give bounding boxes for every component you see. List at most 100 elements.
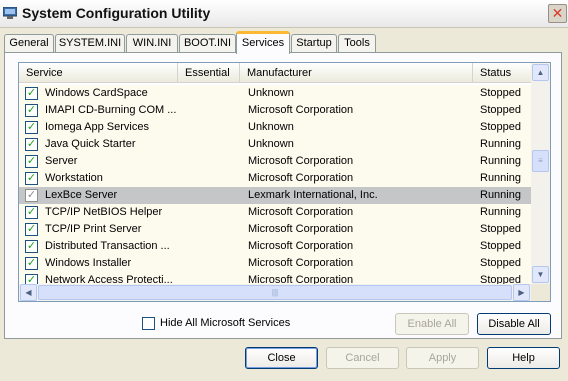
- scroll-right-icon: ▶: [518, 288, 525, 297]
- service-checkbox[interactable]: ✓: [25, 138, 38, 151]
- service-name: Java Quick Starter: [45, 138, 136, 150]
- column-header-essential[interactable]: Essential: [178, 63, 240, 83]
- service-name: Windows CardSpace: [45, 87, 148, 99]
- system-configuration-icon: [3, 7, 17, 19]
- service-checkbox[interactable]: ✓: [25, 206, 38, 219]
- scroll-left-icon: ◀: [25, 288, 32, 297]
- table-row[interactable]: ✓ Java Quick Starter Unknown Running: [19, 136, 531, 153]
- service-name: TCP/IP NetBIOS Helper: [45, 206, 163, 218]
- table-row[interactable]: ✓ Windows CardSpace Unknown Stopped: [19, 85, 531, 102]
- service-status: Running: [480, 172, 521, 184]
- service-status: Stopped: [480, 257, 521, 269]
- service-name: Iomega App Services: [45, 121, 149, 133]
- service-manufacturer: Unknown: [248, 138, 294, 150]
- tab-system-ini[interactable]: SYSTEM.INI: [55, 34, 125, 53]
- hide-microsoft-services-label[interactable]: Hide All Microsoft Services: [160, 317, 290, 329]
- system-configuration-window: System Configuration Utility ✕ General S…: [0, 0, 568, 381]
- service-status: Stopped: [480, 104, 521, 116]
- scroll-right-button[interactable]: ▶: [513, 284, 530, 301]
- service-name: Windows Installer: [45, 257, 132, 269]
- enable-all-button[interactable]: Enable All: [395, 313, 469, 335]
- column-header-manufacturer[interactable]: Manufacturer: [240, 63, 473, 83]
- service-status: Stopped: [480, 223, 521, 235]
- service-manufacturer: Microsoft Corporation: [248, 206, 354, 218]
- check-icon: ✓: [26, 189, 37, 201]
- service-status: Stopped: [480, 274, 521, 284]
- service-manufacturer: Microsoft Corporation: [248, 104, 354, 116]
- check-icon: ✓: [26, 104, 37, 116]
- check-icon: ✓: [26, 240, 37, 252]
- service-checkbox[interactable]: ✓: [25, 223, 38, 236]
- check-icon: ✓: [26, 257, 37, 269]
- table-row[interactable]: ✓ TCP/IP NetBIOS Helper Microsoft Corpor…: [19, 204, 531, 221]
- vertical-scroll-thumb[interactable]: ≡: [532, 150, 549, 172]
- service-checkbox[interactable]: ✓: [25, 104, 38, 117]
- column-header-status[interactable]: Status: [473, 63, 531, 83]
- tab-tools[interactable]: Tools: [338, 34, 376, 53]
- service-manufacturer: Microsoft Corporation: [248, 172, 354, 184]
- scroll-left-button[interactable]: ◀: [20, 284, 37, 301]
- cancel-button[interactable]: Cancel: [326, 347, 399, 369]
- window-title: System Configuration Utility: [22, 5, 211, 21]
- scroll-down-button[interactable]: ▼: [532, 266, 549, 283]
- services-list[interactable]: Service Essential Manufacturer Status ✓ …: [18, 62, 551, 302]
- service-manufacturer: Microsoft Corporation: [248, 257, 354, 269]
- service-manufacturer: Unknown: [248, 121, 294, 133]
- apply-button[interactable]: Apply: [406, 347, 479, 369]
- service-checkbox[interactable]: ✓: [25, 274, 38, 284]
- service-manufacturer: Microsoft Corporation: [248, 274, 354, 284]
- disable-all-button[interactable]: Disable All: [477, 313, 551, 335]
- table-row[interactable]: ✓ Distributed Transaction ... Microsoft …: [19, 238, 531, 255]
- table-row[interactable]: ✓ Iomega App Services Unknown Stopped: [19, 119, 531, 136]
- service-manufacturer: Microsoft Corporation: [248, 240, 354, 252]
- service-checkbox[interactable]: ✓: [25, 172, 38, 185]
- table-row[interactable]: ✓ TCP/IP Print Server Microsoft Corporat…: [19, 221, 531, 238]
- vertical-scrollbar[interactable]: ▲ ≡ ▼: [531, 63, 550, 284]
- column-header-service[interactable]: Service: [19, 63, 178, 83]
- table-row[interactable]: ✓ Windows Installer Microsoft Corporatio…: [19, 255, 531, 272]
- tab-services[interactable]: Services: [236, 31, 290, 54]
- table-row[interactable]: ✓ LexBce Server Lexmark International, I…: [19, 187, 531, 204]
- close-button[interactable]: Close: [245, 347, 318, 369]
- service-name: Network Access Protecti...: [45, 274, 173, 284]
- service-status: Stopped: [480, 240, 521, 252]
- horizontal-scrollbar[interactable]: ◀ ||| ▶: [19, 284, 531, 301]
- help-button[interactable]: Help: [487, 347, 560, 369]
- tab-startup[interactable]: Startup: [291, 34, 337, 53]
- service-checkbox[interactable]: ✓: [25, 189, 38, 202]
- service-checkbox[interactable]: ✓: [25, 121, 38, 134]
- table-row[interactable]: ✓ IMAPI CD-Burning COM ... Microsoft Cor…: [19, 102, 531, 119]
- scroll-up-button[interactable]: ▲: [532, 64, 549, 81]
- check-icon: ✓: [26, 87, 37, 99]
- service-checkbox[interactable]: ✓: [25, 240, 38, 253]
- service-status: Stopped: [480, 121, 521, 133]
- service-manufacturer: Unknown: [248, 87, 294, 99]
- table-row[interactable]: ✓ Workstation Microsoft Corporation Runn…: [19, 170, 531, 187]
- list-rows: ✓ Windows CardSpace Unknown Stopped ✓ IM…: [19, 84, 531, 284]
- service-name: TCP/IP Print Server: [45, 223, 142, 235]
- service-status: Running: [480, 189, 521, 201]
- tab-boot-ini[interactable]: BOOT.INI: [179, 34, 236, 53]
- service-name: Distributed Transaction ...: [45, 240, 170, 252]
- service-checkbox[interactable]: ✓: [25, 257, 38, 270]
- check-icon: ✓: [26, 172, 37, 184]
- service-status: Stopped: [480, 87, 521, 99]
- service-status: Running: [480, 206, 521, 218]
- tab-win-ini[interactable]: WIN.INI: [126, 34, 178, 53]
- service-manufacturer: Microsoft Corporation: [248, 155, 354, 167]
- table-row[interactable]: ✓ Server Microsoft Corporation Running: [19, 153, 531, 170]
- title-bar[interactable]: System Configuration Utility ✕: [0, 0, 568, 28]
- close-window-button[interactable]: ✕: [548, 4, 567, 23]
- service-name: IMAPI CD-Burning COM ...: [45, 104, 177, 116]
- hide-microsoft-services-checkbox[interactable]: [142, 317, 155, 330]
- service-checkbox[interactable]: ✓: [25, 155, 38, 168]
- tab-general[interactable]: General: [4, 34, 54, 53]
- service-manufacturer: Microsoft Corporation: [248, 223, 354, 235]
- service-name: Workstation: [45, 172, 103, 184]
- horizontal-scroll-thumb[interactable]: |||: [38, 285, 512, 300]
- services-panel: Service Essential Manufacturer Status ✓ …: [4, 52, 562, 339]
- list-header: Service Essential Manufacturer Status: [19, 63, 531, 83]
- service-checkbox[interactable]: ✓: [25, 87, 38, 100]
- scrollbar-corner: [531, 284, 550, 301]
- table-row[interactable]: ✓ Network Access Protecti... Microsoft C…: [19, 272, 531, 284]
